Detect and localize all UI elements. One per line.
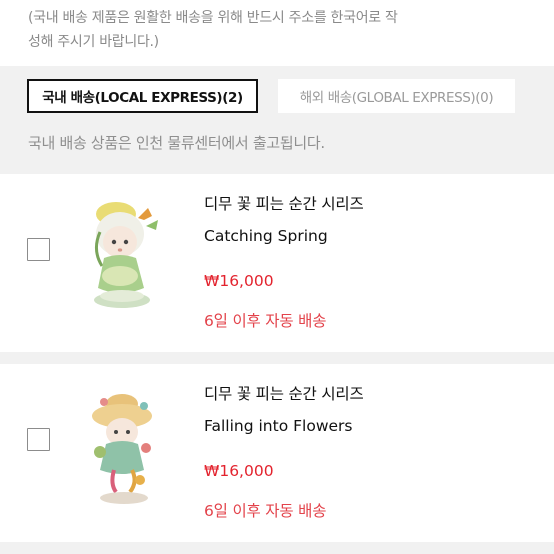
shipping-tabs: 국내 배송(LOCAL EXPRESS)(2) 해외 배송(GLOBAL EXP…	[0, 66, 554, 126]
address-notice-line-1: (국내 배송 제품은 원활한 배송을 위해 반드시 주소를 한국어로 작	[28, 10, 398, 26]
cart-item: 디무 꽃 피는 순간 시리즈 Catching Spring ₩16,000 6…	[0, 174, 554, 352]
address-notice-line-2: 성해 주시기 바랍니다.)	[28, 34, 159, 50]
shipping-status: 6일 이후 자동 배송	[204, 312, 327, 330]
tab-local-express[interactable]: 국내 배송(LOCAL EXPRESS)(2)	[27, 79, 258, 113]
product-price: ₩16,000	[204, 272, 274, 290]
product-price: ₩16,000	[204, 462, 274, 480]
product-thumbnail-figure[interactable]	[76, 382, 176, 522]
tab-global-express[interactable]: 해외 배송(GLOBAL EXPRESS)(0)	[278, 79, 515, 113]
shipping-status: 6일 이후 자동 배송	[204, 502, 327, 520]
item-select-checkbox[interactable]	[27, 428, 50, 451]
address-notice: (국내 배송 제품은 원활한 배송을 위해 반드시 주소를 한국어로 작 성해 …	[0, 0, 554, 66]
item-select-checkbox[interactable]	[27, 238, 50, 261]
product-series: 디무 꽃 피는 순간 시리즈	[204, 385, 364, 403]
shipping-origin-notice: 국내 배송 상품은 인천 물류센터에서 출고됩니다.	[28, 134, 325, 152]
product-name[interactable]: Falling into Flowers	[204, 417, 352, 435]
product-series: 디무 꽃 피는 순간 시리즈	[204, 195, 364, 213]
cart-item: 디무 꽃 피는 순간 시리즈 Falling into Flowers ₩16,…	[0, 364, 554, 542]
product-name[interactable]: Catching Spring	[204, 227, 328, 245]
product-thumbnail-figure[interactable]	[76, 192, 176, 332]
